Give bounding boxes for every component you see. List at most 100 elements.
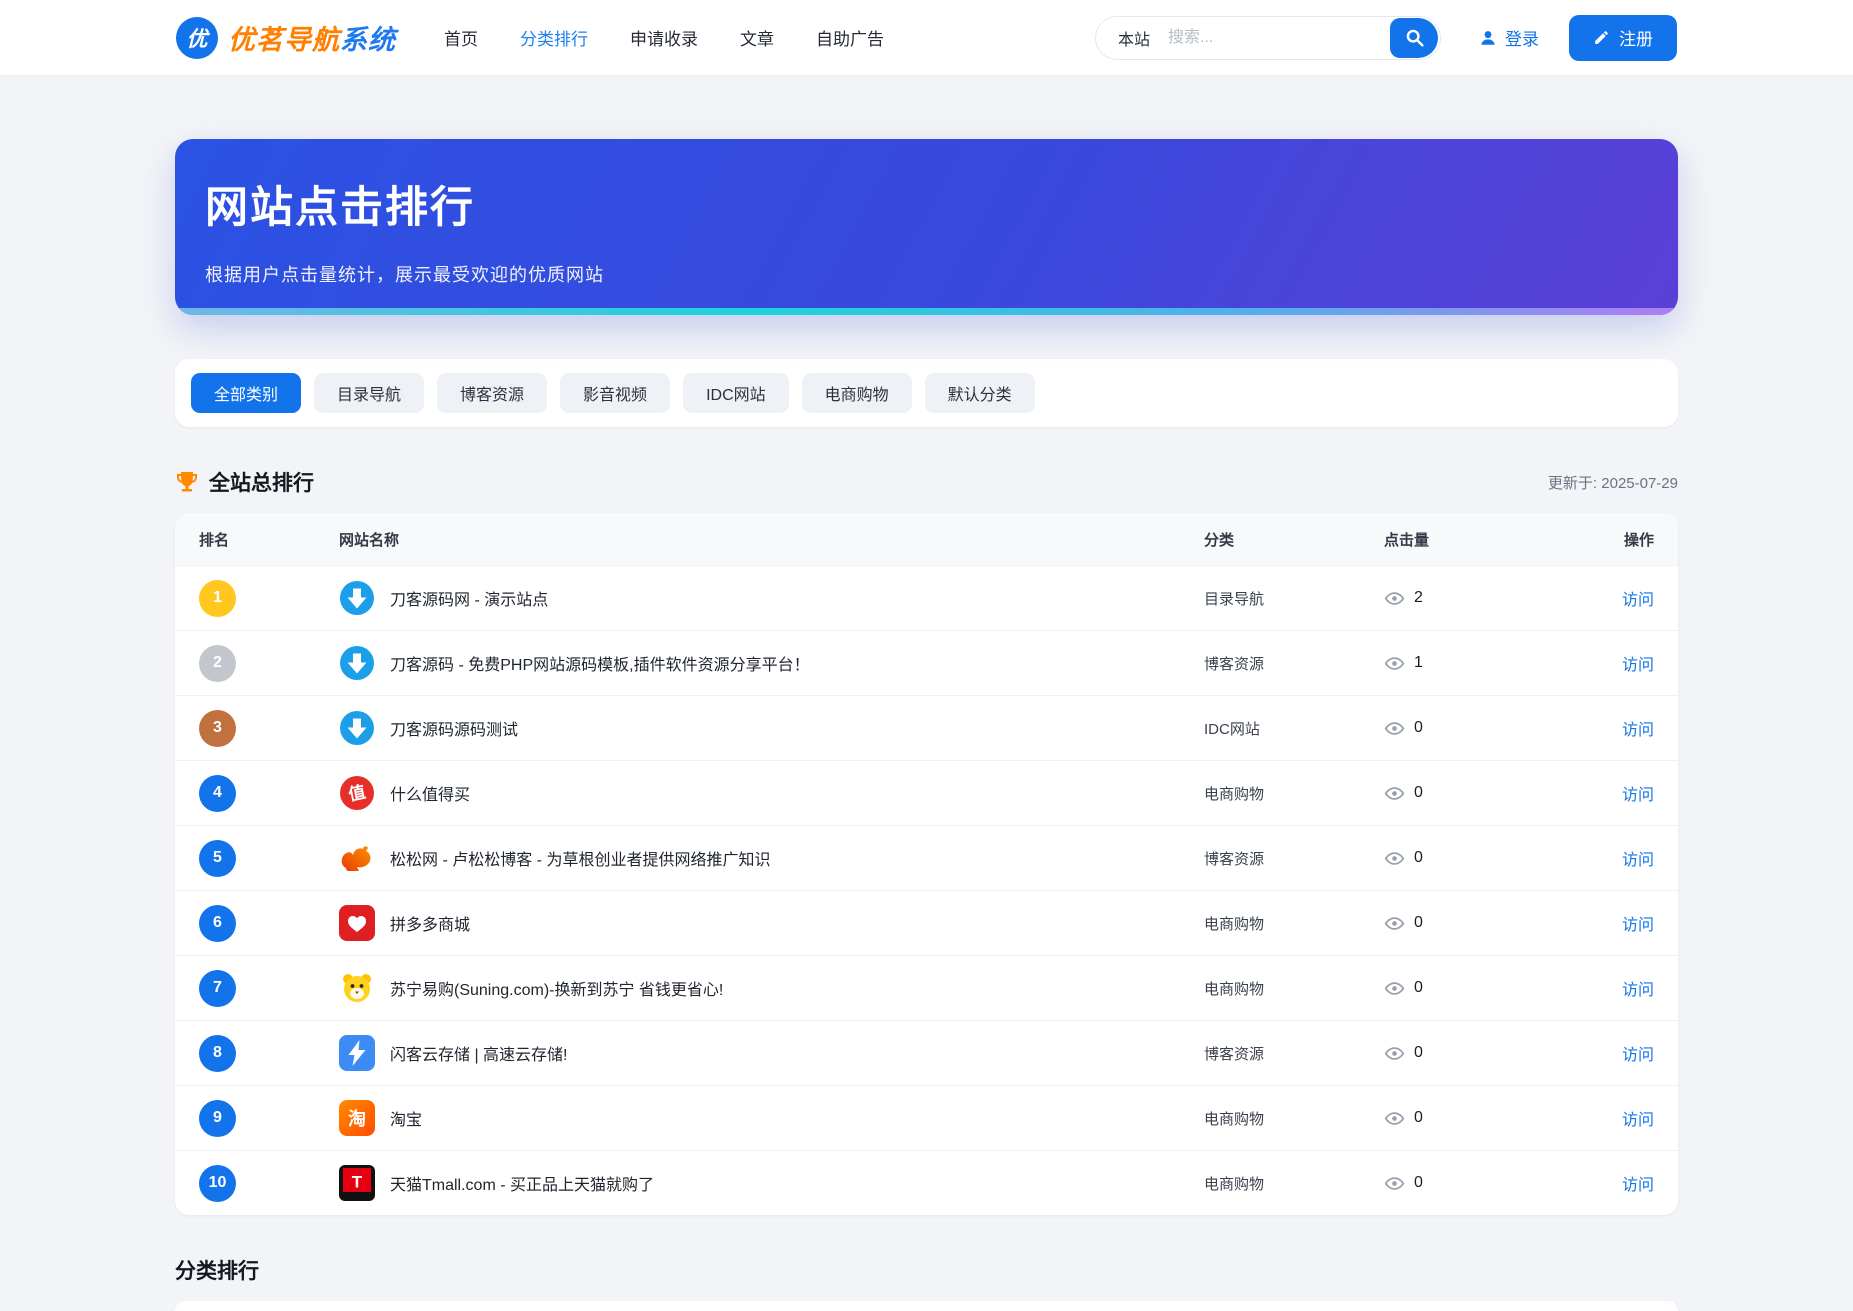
svg-text:淘: 淘 — [348, 1108, 366, 1129]
filter-pill-博客资源[interactable]: 博客资源 — [437, 373, 547, 413]
visit-link[interactable]: 访问 — [1622, 852, 1654, 869]
hero-accent-strip — [175, 308, 1678, 315]
trophy-icon — [175, 470, 199, 494]
category-filter-bar: 全部类别 目录导航 博客资源 影音视频 IDC网站 电商购物 默认分类 — [175, 359, 1678, 427]
taobao-icon: 淘 — [339, 1100, 375, 1136]
table-header: 排名 网站名称 分类 点击量 操作 — [175, 513, 1678, 565]
filter-pill-电商购物[interactable]: 电商购物 — [802, 373, 912, 413]
rank-badge: 1 — [199, 580, 236, 617]
rank-badge: 10 — [199, 1165, 236, 1202]
site-category: 电商购物 — [1204, 1173, 1384, 1194]
site-category: 电商购物 — [1204, 913, 1384, 934]
brand-name-primary: 优茗导航 — [228, 25, 340, 55]
brand-name: 优茗导航系统 — [228, 18, 396, 57]
visit-link[interactable]: 访问 — [1622, 1112, 1654, 1129]
eye-icon — [1384, 783, 1405, 804]
site-search: 本站 — [1095, 16, 1441, 60]
click-count: 0 — [1414, 914, 1423, 932]
table-row: 6 拼多多商城 电商购物 0 访问 — [175, 890, 1678, 955]
section-title: 全站总排行 — [209, 467, 314, 497]
table-row: 7 苏宁易购(Suning.com)-换新到苏宁 省钱更省心! 电商购物 0 访… — [175, 955, 1678, 1020]
ranking-table: 排名 网站名称 分类 点击量 操作 1 刀客源码网 - 演示站点 目录导航 2 … — [175, 513, 1678, 1215]
register-label: 注册 — [1619, 25, 1653, 50]
eye-icon — [1384, 718, 1405, 739]
site-favicon: T — [339, 1165, 375, 1201]
nav-item-申请收录[interactable]: 申请收录 — [630, 25, 698, 50]
top-navbar: 优 优茗导航系统 首页 分类排行 申请收录 文章 自助广告 本站 登录 — [0, 0, 1853, 76]
category-ranking-title: 分类排行 — [175, 1255, 1678, 1285]
col-name: 网站名称 — [339, 529, 1204, 550]
site-name: 松松网 - 卢松松博客 - 为草根创业者提供网络推广知识 — [390, 846, 770, 870]
site-category: 博客资源 — [1204, 848, 1384, 869]
click-count: 1 — [1414, 654, 1423, 672]
page-subtitle: 根据用户点击量统计，展示最受欢迎的优质网站 — [175, 235, 1678, 287]
site-favicon — [339, 1035, 375, 1071]
visit-link[interactable]: 访问 — [1622, 592, 1654, 609]
brand-logo-icon: 优 — [176, 17, 218, 59]
pencil-icon — [1593, 29, 1610, 46]
table-row: 5 松松网 - 卢松松博客 - 为草根创业者提供网络推广知识 博客资源 0 访问 — [175, 825, 1678, 890]
nav-item-分类排行[interactable]: 分类排行 — [520, 25, 588, 50]
site-category: 电商购物 — [1204, 978, 1384, 999]
eye-icon — [1384, 1108, 1405, 1129]
visit-link[interactable]: 访问 — [1622, 1177, 1654, 1194]
visit-link[interactable]: 访问 — [1622, 1047, 1654, 1064]
click-count: 0 — [1414, 1044, 1423, 1062]
page-title: 网站点击排行 — [175, 139, 1678, 235]
click-count: 2 — [1414, 589, 1423, 607]
filter-pill-全部类别[interactable]: 全部类别 — [191, 373, 301, 413]
col-category: 分类 — [1204, 529, 1384, 550]
search-scope-select[interactable]: 本站 — [1096, 26, 1166, 50]
nav-item-文章[interactable]: 文章 — [740, 25, 774, 50]
col-clicks: 点击量 — [1384, 529, 1574, 550]
nav-item-首页[interactable]: 首页 — [444, 25, 478, 50]
svg-text:T: T — [352, 1173, 363, 1192]
pdd-heart-icon — [339, 905, 375, 941]
site-category: 电商购物 — [1204, 783, 1384, 804]
visit-link[interactable]: 访问 — [1622, 917, 1654, 934]
site-name: 闪客云存储 | 高速云存储! — [390, 1041, 568, 1065]
table-row: 8 闪客云存储 | 高速云存储! 博客资源 0 访问 — [175, 1020, 1678, 1085]
tmall-icon: T — [339, 1165, 375, 1201]
eye-icon — [1384, 1173, 1405, 1194]
register-button[interactable]: 注册 — [1569, 15, 1677, 61]
visit-link[interactable]: 访问 — [1622, 657, 1654, 674]
filter-pill-默认分类[interactable]: 默认分类 — [925, 373, 1035, 413]
click-count: 0 — [1414, 719, 1423, 737]
download-icon — [339, 580, 375, 616]
filter-pill-目录导航[interactable]: 目录导航 — [314, 373, 424, 413]
lightning-icon — [339, 1035, 375, 1071]
site-favicon: 淘 — [339, 1100, 375, 1136]
col-rank: 排名 — [199, 529, 339, 550]
download-icon — [339, 710, 375, 746]
eye-icon — [1384, 848, 1405, 869]
site-name: 淘宝 — [390, 1106, 422, 1130]
click-count: 0 — [1414, 784, 1423, 802]
filter-pill-影音视频[interactable]: 影音视频 — [560, 373, 670, 413]
site-favicon — [339, 580, 375, 616]
hero-banner: 网站点击排行 根据用户点击量统计，展示最受欢迎的优质网站 — [175, 139, 1678, 315]
visit-link[interactable]: 访问 — [1622, 787, 1654, 804]
eye-icon — [1384, 978, 1405, 999]
site-favicon — [339, 970, 375, 1006]
rank-badge: 5 — [199, 840, 236, 877]
site-favicon: 值 — [339, 775, 375, 811]
brand-logo[interactable]: 优 优茗导航系统 — [176, 17, 396, 59]
zhi-icon: 值 — [339, 775, 375, 811]
filter-pill-IDC网站[interactable]: IDC网站 — [683, 373, 789, 413]
rank-badge: 8 — [199, 1035, 236, 1072]
table-row: 2 刀客源码 - 免费PHP网站源码模板,插件软件资源分享平台！ 博客资源 1 … — [175, 630, 1678, 695]
main-nav: 首页 分类排行 申请收录 文章 自助广告 — [444, 25, 884, 50]
click-count: 0 — [1414, 979, 1423, 997]
search-button[interactable] — [1390, 18, 1438, 58]
login-link[interactable]: 登录 — [1479, 25, 1539, 50]
site-name: 苏宁易购(Suning.com)-换新到苏宁 省钱更省心! — [390, 976, 723, 1000]
updated-date: 更新于: 2025-07-29 — [1548, 472, 1678, 493]
table-row: 3 刀客源码源码测试 IDC网站 0 访问 — [175, 695, 1678, 760]
brand-name-secondary: 系统 — [340, 25, 396, 55]
visit-link[interactable]: 访问 — [1622, 722, 1654, 739]
rank-badge: 3 — [199, 710, 236, 747]
visit-link[interactable]: 访问 — [1622, 982, 1654, 999]
eye-icon — [1384, 588, 1405, 609]
nav-item-自助广告[interactable]: 自助广告 — [816, 25, 884, 50]
